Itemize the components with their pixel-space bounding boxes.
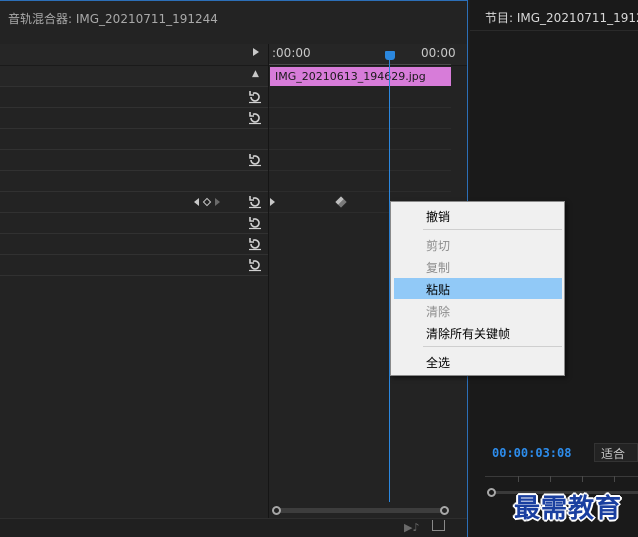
menu-item-clear-all-keyframes[interactable]: 清除所有关键帧 bbox=[394, 322, 562, 343]
scrollbar-left-handle[interactable] bbox=[272, 506, 281, 515]
menu-item-paste[interactable]: 粘贴 bbox=[394, 278, 562, 299]
clip-bar[interactable]: IMG_20210613_194629.jpg bbox=[270, 67, 451, 86]
ruler-tick bbox=[582, 476, 583, 482]
prev-keyframe-icon[interactable] bbox=[194, 198, 199, 206]
property-row[interactable] bbox=[0, 213, 268, 234]
watermark-logo: 最需教育 bbox=[514, 494, 623, 524]
playhead-timecode[interactable]: 00:00:03:08 bbox=[492, 446, 571, 460]
play-icon[interactable] bbox=[253, 48, 259, 56]
menu-item-copy[interactable]: 复制 bbox=[394, 256, 562, 277]
master-row[interactable]: ▲ bbox=[0, 66, 268, 87]
reset-icon[interactable] bbox=[246, 256, 264, 274]
ruler-end-time: 00:00 bbox=[421, 46, 456, 60]
ruler-tick bbox=[550, 476, 551, 482]
timeline-row[interactable] bbox=[269, 150, 451, 171]
scrollbar-right-handle[interactable] bbox=[440, 506, 449, 515]
menu-separator bbox=[423, 346, 562, 347]
panel-footer bbox=[0, 518, 467, 537]
program-time-ruler[interactable] bbox=[485, 476, 638, 477]
property-row[interactable] bbox=[0, 87, 268, 108]
reset-icon[interactable] bbox=[246, 151, 264, 169]
timeline-row[interactable] bbox=[269, 171, 451, 192]
add-keyframe-icon[interactable] bbox=[202, 197, 212, 207]
panel-header-row bbox=[0, 44, 467, 66]
timeline-row[interactable] bbox=[269, 108, 451, 129]
up-arrow-icon[interactable]: ▲ bbox=[252, 69, 259, 79]
timeline-row[interactable] bbox=[269, 87, 451, 108]
timeline-scrollbar[interactable] bbox=[276, 508, 445, 513]
reset-icon[interactable] bbox=[246, 214, 264, 232]
program-tab-title[interactable]: 节目: IMG_20210711_191244 bbox=[485, 9, 638, 26]
menu-item-clear[interactable]: 清除 bbox=[394, 300, 562, 321]
menu-item-undo[interactable]: 撤销 bbox=[394, 205, 562, 226]
property-row[interactable] bbox=[0, 255, 268, 276]
property-row[interactable] bbox=[0, 108, 268, 129]
audio-icon[interactable]: ▶♪ bbox=[404, 521, 419, 534]
playhead-handle[interactable] bbox=[385, 51, 395, 60]
reset-icon[interactable] bbox=[246, 109, 264, 127]
reset-icon[interactable] bbox=[246, 235, 264, 253]
time-ruler[interactable] bbox=[269, 64, 451, 65]
export-icon[interactable] bbox=[432, 520, 445, 531]
property-row[interactable] bbox=[0, 171, 268, 192]
menu-item-select-all[interactable]: 全选 bbox=[394, 351, 562, 372]
ruler-start-time: :00:00 bbox=[272, 46, 311, 60]
keyframe-start-icon[interactable] bbox=[270, 198, 275, 206]
menu-separator bbox=[423, 229, 562, 230]
property-row[interactable] bbox=[0, 234, 268, 255]
ruler-tick bbox=[614, 476, 615, 482]
next-keyframe-icon[interactable] bbox=[215, 198, 220, 206]
timeline-row[interactable] bbox=[269, 129, 451, 150]
ruler-tick bbox=[518, 476, 519, 482]
property-row[interactable] bbox=[0, 150, 268, 171]
reset-icon[interactable] bbox=[246, 193, 264, 211]
panel-tab-title[interactable]: 音轨混合器: IMG_20210711_191244 bbox=[8, 10, 218, 27]
zoom-fit-select[interactable]: 适合 bbox=[594, 443, 638, 462]
reset-icon[interactable] bbox=[246, 88, 264, 106]
keyframe-navigator bbox=[194, 195, 238, 209]
property-row[interactable] bbox=[0, 129, 268, 150]
program-scrollbar-handle[interactable] bbox=[487, 488, 496, 497]
context-menu: 撤销 剪切 复制 粘贴 清除 清除所有关键帧 全选 bbox=[390, 201, 565, 376]
tab-divider bbox=[470, 30, 638, 31]
menu-item-cut[interactable]: 剪切 bbox=[394, 234, 562, 255]
